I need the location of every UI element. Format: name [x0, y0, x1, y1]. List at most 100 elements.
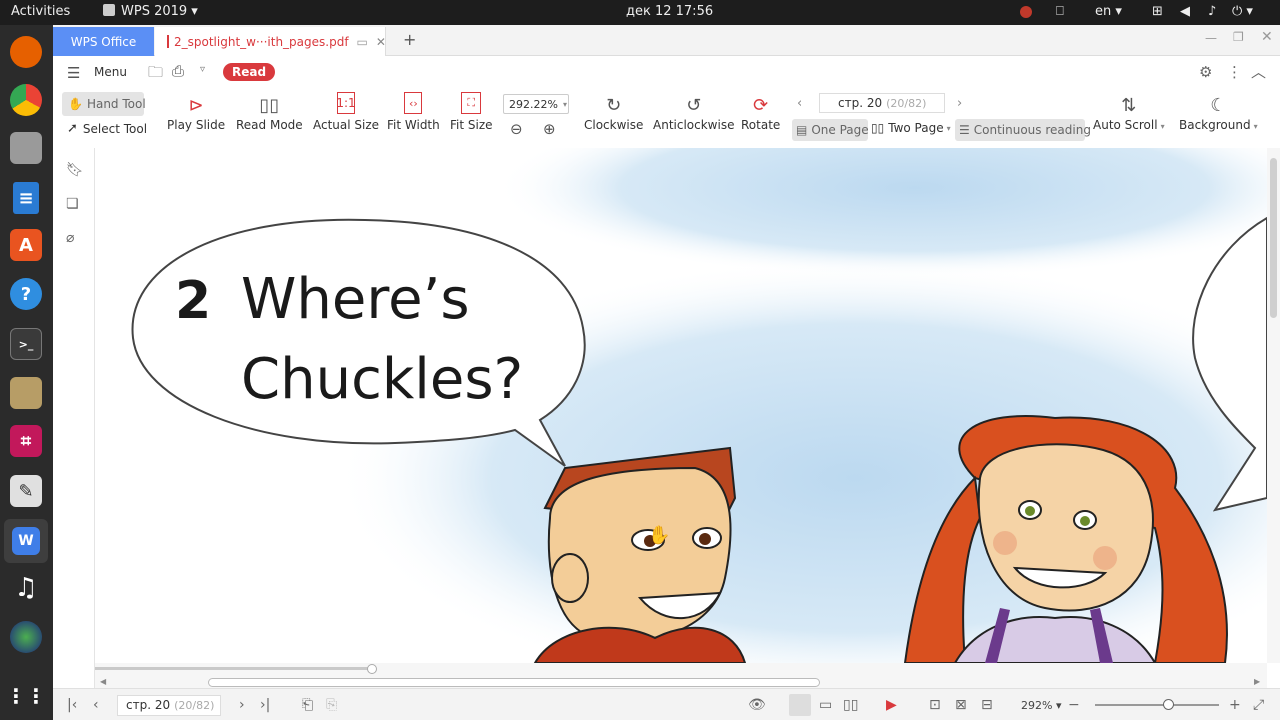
play-circle-icon: ⊳ — [188, 94, 204, 116]
eye-protection-icon[interactable]: 👁︎ — [748, 697, 766, 713]
play-slide-button[interactable]: ⊳ Play Slide — [167, 92, 225, 133]
vertical-scroll-thumb[interactable] — [1270, 158, 1277, 318]
record-indicator-icon[interactable] — [1020, 6, 1032, 18]
continuous-view-icon[interactable] — [789, 694, 811, 716]
previous-page-icon[interactable]: ‹ — [797, 96, 802, 111]
fit-size-icon: ⛶ — [461, 92, 482, 114]
print-icon[interactable]: ⎙ — [172, 62, 184, 80]
network-icon[interactable]: ⊞ — [1152, 4, 1163, 19]
wps-app-icon — [103, 4, 115, 16]
clock[interactable]: дек 12 17:56 — [626, 4, 713, 19]
last-page-icon[interactable]: ›| — [260, 697, 270, 713]
hand-icon: ✋ — [68, 97, 83, 111]
globe-icon[interactable] — [10, 621, 42, 653]
firefox-icon[interactable] — [10, 36, 42, 68]
monitor-icon[interactable]: ▭ — [357, 35, 368, 49]
next-page-icon[interactable]: › — [239, 697, 245, 713]
settings-gear-icon[interactable]: ⚙ — [1199, 63, 1212, 81]
files-icon[interactable] — [10, 132, 42, 164]
writer-icon[interactable]: ≡ — [13, 182, 39, 214]
language-selector[interactable]: en ▾ — [1095, 4, 1122, 19]
clockwise-button[interactable]: ↻ Clockwise — [584, 92, 643, 133]
terminal-icon[interactable]: >_ — [10, 328, 42, 360]
scroll-right-icon[interactable]: ▶ — [1254, 677, 1260, 686]
text-editor-icon[interactable]: ✎ — [10, 475, 42, 507]
close-tab-icon[interactable]: ✕ — [376, 35, 386, 49]
two-page-view-icon[interactable]: ▯▯ — [843, 697, 858, 713]
bookmark-icon[interactable]: 🔖︎ — [66, 162, 84, 178]
tab-wps-office[interactable]: WPS Office — [53, 27, 154, 56]
two-page-button[interactable]: ▯▯ Two Page ▾ — [871, 121, 951, 135]
one-page-button[interactable]: ▤ One Page — [792, 119, 869, 141]
horizontal-scroll-thumb[interactable] — [208, 678, 820, 687]
read-tab[interactable]: Read — [223, 63, 276, 81]
select-tool-button[interactable]: ➚ Select Tool — [67, 121, 147, 136]
software-center-icon[interactable]: A — [10, 229, 42, 261]
minimize-icon[interactable]: — — [1205, 31, 1217, 45]
app-menu[interactable]: WPS 2019 ▾ — [103, 4, 198, 19]
status-page-field[interactable]: стр. 20 (20/82) — [117, 695, 221, 716]
rotate-button[interactable]: ⟳ Rotate — [741, 92, 781, 133]
auto-scroll-button[interactable]: ⇅ Auto Scroll ▾ — [1093, 92, 1165, 133]
more-options-icon[interactable]: ⋮ — [1227, 63, 1242, 81]
fit-size-button[interactable]: ⛶ Fit Size — [450, 92, 493, 132]
actual-size-icon[interactable]: ⊡ — [929, 697, 941, 713]
power-icon[interactable]: ⏻ ▾ — [1232, 4, 1253, 19]
fullscreen-icon[interactable]: ⤢ — [1253, 697, 1264, 713]
back-icon[interactable]: ⎗ — [302, 697, 313, 713]
first-page-icon[interactable]: |‹ — [67, 697, 77, 713]
app-grid-icon[interactable]: ⋮⋮ — [6, 680, 46, 712]
read-mode-button[interactable]: ▯▯ Read Mode — [236, 92, 303, 133]
background-button[interactable]: ☾ Background ▾ — [1179, 92, 1258, 133]
archive-icon[interactable] — [10, 377, 42, 409]
zoom-select[interactable]: 292.22% ▾ — [503, 94, 569, 114]
single-page-view-icon[interactable]: ▭ — [819, 697, 832, 713]
page-number-field[interactable]: стр. 20 (20/82) — [819, 93, 945, 113]
zoom-in-icon[interactable]: + — [1229, 697, 1241, 713]
previous-page-icon[interactable]: ‹ — [93, 697, 99, 713]
zoom-level-select[interactable]: 292% ▾ — [1021, 699, 1061, 712]
screenshot-crop-icon[interactable]: ⌗ — [10, 425, 42, 457]
rotate-label: Rotate — [741, 118, 781, 132]
hand-tool-button[interactable]: ✋ Hand Tool — [62, 92, 146, 116]
close-window-icon[interactable]: ✕ — [1261, 29, 1273, 45]
fit-width-button[interactable]: ‹› Fit Width — [387, 92, 440, 132]
attachment-icon[interactable]: ⌀ — [66, 230, 74, 246]
chevron-down-icon[interactable]: ▿ — [200, 64, 205, 75]
forward-icon[interactable]: ⎘ — [326, 697, 337, 713]
volume-icon[interactable]: ◀ — [1180, 4, 1190, 19]
open-folder-icon[interactable]: 🗀 — [148, 62, 163, 87]
fit-width-icon[interactable]: ⊟ — [981, 697, 993, 713]
zoom-value: 292.22% — [509, 97, 558, 111]
activities-button[interactable]: Activities — [11, 4, 70, 19]
next-page-icon[interactable]: › — [957, 96, 962, 111]
page-progress-handle[interactable] — [367, 664, 377, 674]
book-icon[interactable]: ⎕ — [1056, 4, 1064, 19]
hamburger-icon[interactable]: ☰ — [67, 64, 80, 82]
chrome-icon[interactable] — [10, 84, 42, 116]
microphone-icon[interactable]: ♪ — [1208, 4, 1216, 19]
zoom-slider-track[interactable] — [1095, 704, 1219, 706]
zoom-out-icon[interactable]: − — [1068, 697, 1080, 713]
vertical-scrollbar[interactable] — [1267, 148, 1280, 663]
scroll-left-icon[interactable]: ◀ — [100, 677, 106, 686]
play-slide-icon[interactable]: ▶ — [886, 697, 897, 713]
actual-size-button[interactable]: 1:1 Actual Size — [313, 92, 379, 132]
tab-document[interactable]: 2_spotlight_w···ith_pages.pdf ▭ ✕ — [155, 27, 386, 56]
menu-button[interactable]: Menu — [94, 65, 127, 79]
add-tab-button[interactable]: + — [403, 30, 416, 49]
anticlockwise-button[interactable]: ↺ Anticlockwise — [653, 92, 734, 133]
continuous-reading-button[interactable]: ☰ Continuous reading — [955, 119, 1091, 141]
zoom-out-icon[interactable]: ⊖ — [510, 120, 523, 138]
horizontal-scrollbar[interactable]: ◀ ▶ — [95, 663, 1267, 688]
fit-page-icon[interactable]: ⊠ — [955, 697, 967, 713]
zoom-in-icon[interactable]: ⊕ — [543, 120, 556, 138]
collapse-ribbon-icon[interactable]: ︿ — [1251, 61, 1266, 82]
help-icon[interactable]: ? — [10, 278, 42, 310]
wps-office-dock-item[interactable]: W — [4, 519, 48, 563]
document-view[interactable]: 2 Where’s Chuckles? ✋ — [95, 148, 1267, 663]
restore-icon[interactable]: ❐ — [1233, 30, 1244, 44]
thumbnails-icon[interactable]: ❏ — [66, 196, 79, 212]
music-icon[interactable]: ♫ — [10, 572, 42, 604]
zoom-slider-handle[interactable] — [1163, 699, 1174, 710]
